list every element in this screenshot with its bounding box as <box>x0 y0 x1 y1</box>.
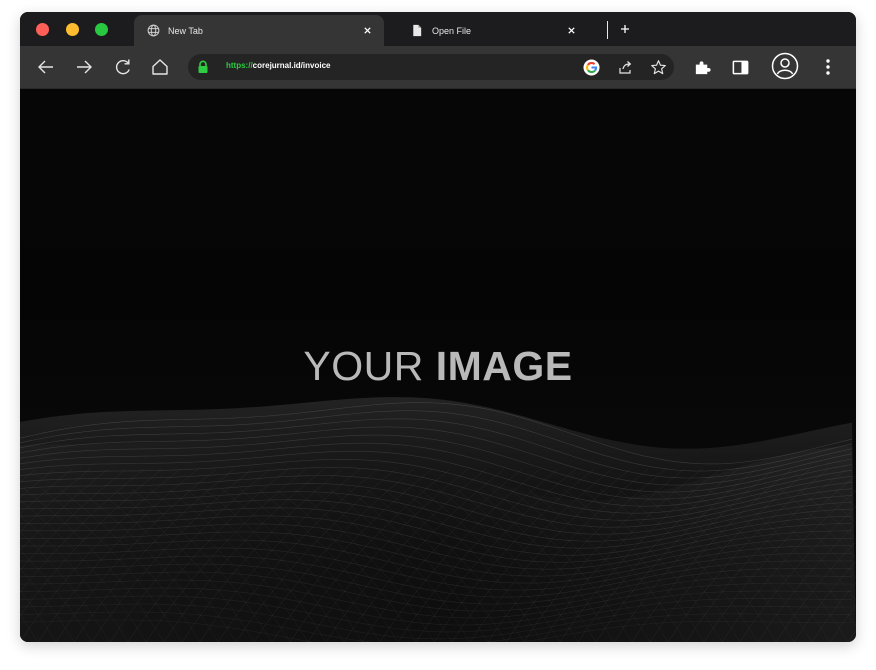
home-icon <box>152 59 168 75</box>
placeholder-bold: IMAGE <box>435 343 573 389</box>
puzzle-icon <box>695 60 711 74</box>
url-host: corejurnal.id/invoice <box>252 61 331 70</box>
browser-window: New Tab Open File https://corejurnal.id/… <box>20 12 856 642</box>
lock-icon <box>198 60 208 73</box>
tab-title: Open File <box>432 25 472 36</box>
minimize-window-button[interactable] <box>66 23 79 36</box>
share-icon <box>619 61 632 74</box>
address-bar[interactable]: https://corejurnal.id/invoice <box>188 54 674 80</box>
more-vertical-icon <box>826 59 830 75</box>
plus-icon <box>621 25 629 33</box>
placeholder-light: YOUR <box>303 343 424 389</box>
profile-icon <box>771 52 799 80</box>
arrow-left-icon <box>38 60 53 74</box>
tab-open-file[interactable]: Open File <box>398 15 588 46</box>
tab-new-tab[interactable]: New Tab <box>134 15 384 46</box>
arrow-right-icon <box>77 60 92 74</box>
side-panel-icon <box>732 60 748 74</box>
google-icon[interactable] <box>582 58 600 76</box>
side-panel-button[interactable] <box>729 56 751 78</box>
reload-button[interactable] <box>112 56 134 78</box>
close-tab-icon[interactable] <box>360 24 374 38</box>
tab-strip: New Tab Open File <box>20 12 856 46</box>
file-icon <box>410 24 424 38</box>
close-tab-icon[interactable] <box>564 24 578 38</box>
back-button[interactable] <box>35 56 57 78</box>
star-icon <box>650 59 666 74</box>
reload-icon <box>115 59 130 75</box>
extensions-button[interactable] <box>691 56 713 78</box>
profile-button[interactable] <box>771 52 799 80</box>
forward-button[interactable] <box>73 56 95 78</box>
menu-button[interactable] <box>817 56 839 78</box>
url-text[interactable]: https://corejurnal.id/invoice <box>226 61 330 70</box>
toolbar: https://corejurnal.id/invoice <box>20 46 856 89</box>
image-placeholder-text: YOUR IMAGE <box>20 343 856 390</box>
page-content: YOUR IMAGE <box>20 89 856 642</box>
url-scheme: https:// <box>226 61 253 70</box>
share-button[interactable] <box>616 58 634 76</box>
tab-separator <box>607 21 608 39</box>
maximize-window-button[interactable] <box>95 23 108 36</box>
globe-icon <box>146 24 160 38</box>
tab-title: New Tab <box>168 25 203 36</box>
close-window-button[interactable] <box>36 23 49 36</box>
new-tab-button[interactable] <box>618 22 632 36</box>
bookmark-button[interactable] <box>649 58 667 76</box>
home-button[interactable] <box>149 56 171 78</box>
